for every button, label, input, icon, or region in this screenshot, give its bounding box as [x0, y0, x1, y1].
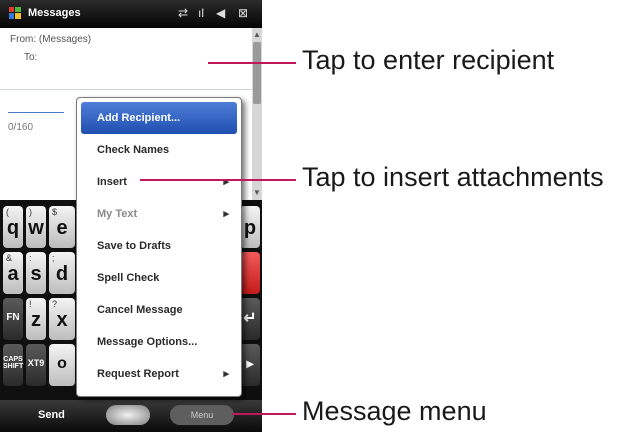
key[interactable]: $ e — [49, 206, 75, 248]
scrollbar[interactable]: ▲ ▼ — [252, 28, 262, 200]
key[interactable]: ) w — [26, 206, 46, 248]
body-underline — [8, 112, 64, 113]
menu-item-spell-check[interactable]: Spell Check — [77, 262, 241, 294]
center-nav-icon[interactable] — [106, 405, 150, 425]
caps-shift-key[interactable]: CAPS SHIFT — [3, 344, 23, 386]
arrow-right-key[interactable]: ▸ — [240, 344, 260, 386]
context-menu: Add Recipient... Check Names Insert ▸ My… — [76, 97, 242, 397]
submenu-arrow-icon: ▸ — [223, 176, 229, 188]
menu-item-request-report[interactable]: Request Report ▸ — [77, 358, 241, 390]
menu-item-check-names[interactable]: Check Names — [77, 134, 241, 166]
callout-line-menu — [232, 413, 296, 415]
key[interactable]: ? x — [49, 298, 75, 340]
send-softkey[interactable]: Send — [38, 409, 65, 421]
to-field[interactable]: To: — [24, 52, 37, 63]
key[interactable]: ! z — [26, 298, 46, 340]
backspace-key[interactable] — [240, 252, 260, 294]
message-header: From: (Messages) To: — [0, 28, 252, 90]
callout-line-recipient — [208, 62, 296, 64]
menu-item-save-to-drafts[interactable]: Save to Drafts — [77, 230, 241, 262]
menu-softkey[interactable]: Menu — [170, 405, 234, 425]
menu-item-cancel-message[interactable]: Cancel Message — [77, 294, 241, 326]
callout-menu: Message menu — [302, 396, 487, 426]
close-icon[interactable]: ⊠ — [238, 6, 248, 20]
sync-icon: ⇄ — [178, 6, 189, 20]
volume-icon[interactable]: ◀ — [216, 6, 225, 20]
enter-key[interactable]: ↵ — [240, 298, 260, 340]
xt9-key[interactable]: XT9 — [26, 344, 46, 386]
callout-recipient: Tap to enter recipient — [302, 45, 555, 75]
menu-item-message-options[interactable]: Message Options... — [77, 326, 241, 358]
app-title: Messages — [28, 7, 81, 19]
softkey-bar: Send Menu — [0, 400, 262, 432]
submenu-arrow-icon: ▸ — [223, 208, 229, 220]
submenu-arrow-icon: ▸ — [223, 368, 229, 380]
scroll-up-icon[interactable]: ▲ — [252, 30, 262, 40]
scroll-down-icon[interactable]: ▼ — [252, 188, 262, 198]
status-bar: Messages ⇄ ıl ◀ ⊠ — [0, 0, 262, 28]
callout-line-attachments — [140, 179, 296, 181]
key[interactable]: ; d — [49, 252, 75, 294]
menu-item-add-recipient[interactable]: Add Recipient... — [81, 102, 237, 134]
phone-screen: Messages ⇄ ıl ◀ ⊠ From: (Messages) To: 0… — [0, 0, 262, 432]
key[interactable]: o — [49, 344, 75, 386]
key[interactable]: :s — [26, 252, 46, 294]
key[interactable]: & a — [3, 252, 23, 294]
key[interactable]: p — [240, 206, 260, 248]
signal-icon: ıl — [198, 6, 204, 20]
menu-item-my-text: My Text ▸ — [97, 208, 229, 220]
windows-start-icon[interactable] — [8, 6, 22, 20]
scroll-thumb[interactable] — [253, 42, 261, 104]
fn-key[interactable]: FN — [3, 298, 23, 340]
from-field[interactable]: From: (Messages) — [10, 34, 91, 45]
menu-item-insert[interactable]: Insert ▸ — [77, 166, 241, 198]
key[interactable]: (q — [3, 206, 23, 248]
char-counter: 0/160 — [8, 122, 34, 133]
callout-attachments: Tap to insert attachments — [302, 162, 604, 192]
